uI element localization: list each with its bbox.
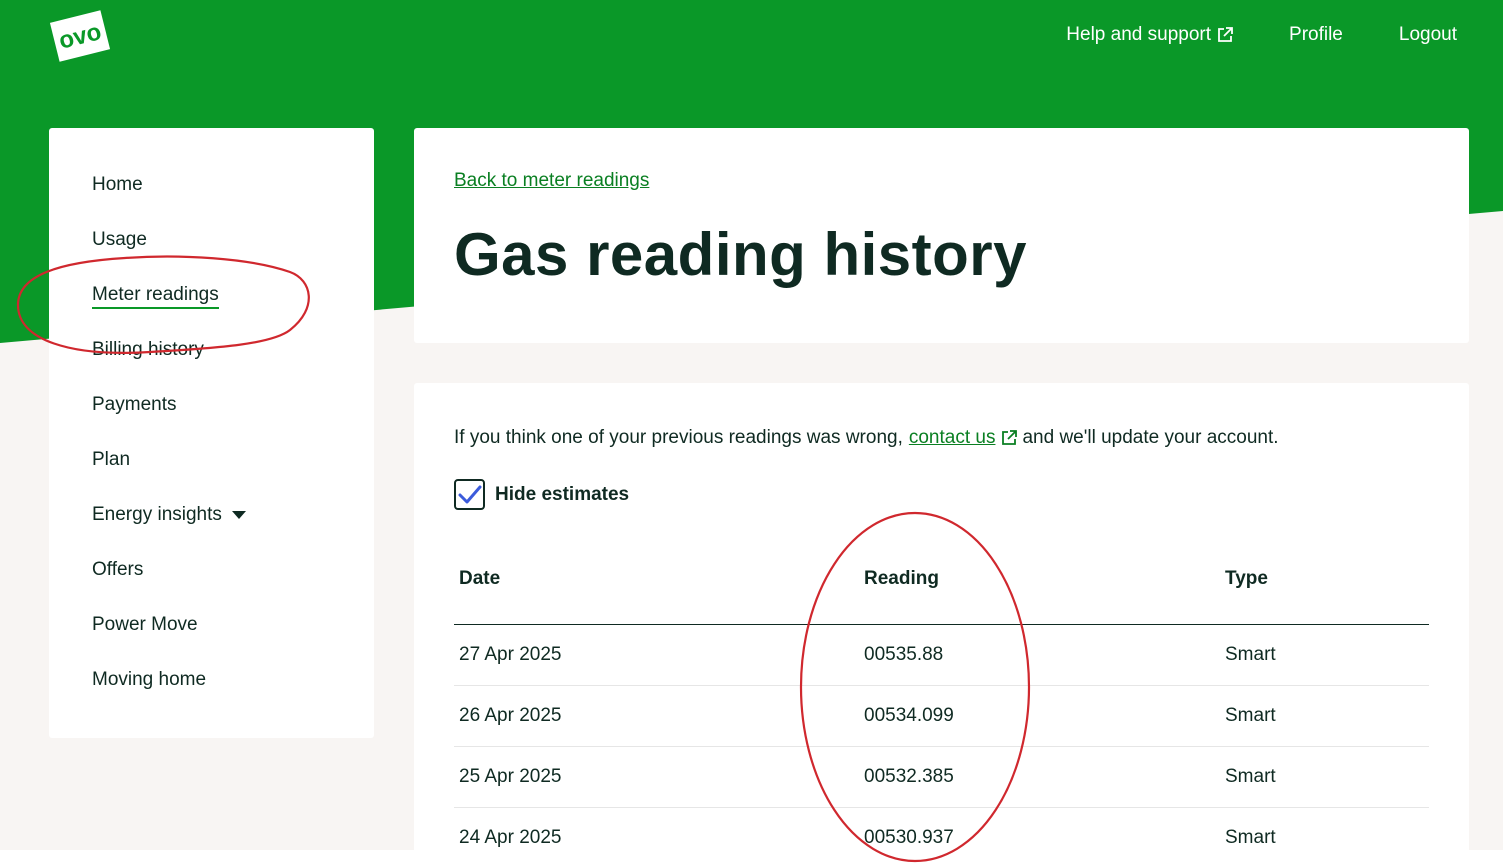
cell-reading: 00532.385 bbox=[859, 746, 1220, 808]
sidebar-item-label: Payments bbox=[92, 394, 177, 415]
hide-estimates-row: Hide estimates bbox=[454, 479, 1429, 510]
hide-estimates-label[interactable]: Hide estimates bbox=[495, 484, 629, 506]
title-card: Back to meter readings Gas reading histo… bbox=[414, 128, 1469, 343]
sidebar-item-meter-readings[interactable]: Meter readings bbox=[92, 280, 374, 335]
profile-link[interactable]: Profile bbox=[1289, 24, 1343, 46]
cell-date: 26 Apr 2025 bbox=[454, 685, 859, 747]
help-and-support-label: Help and support bbox=[1066, 24, 1212, 45]
cell-date: 25 Apr 2025 bbox=[454, 746, 859, 808]
hide-estimates-checkbox[interactable] bbox=[454, 479, 485, 510]
checkmark-icon bbox=[458, 485, 481, 503]
sidebar-item-label: Plan bbox=[92, 449, 131, 470]
sidebar-item-label: Energy insights bbox=[92, 504, 222, 525]
sidebar-item-usage[interactable]: Usage bbox=[92, 225, 374, 280]
cell-type: Smart bbox=[1220, 685, 1429, 747]
cell-reading: 00535.88 bbox=[859, 624, 1220, 686]
help-and-support-link[interactable]: Help and support bbox=[1066, 24, 1233, 46]
sidebar-item-label: Moving home bbox=[92, 669, 207, 690]
sidebar-item-label: Offers bbox=[92, 559, 144, 580]
table-row: 26 Apr 2025 00534.099 Smart bbox=[454, 685, 1429, 747]
sidebar: Home Usage Meter readings Billing histor… bbox=[49, 128, 374, 738]
sidebar-item-energy-insights[interactable]: Energy insights bbox=[92, 500, 374, 555]
back-to-meter-readings-link[interactable]: Back to meter readings bbox=[454, 170, 649, 192]
sidebar-item-label: Meter readings bbox=[92, 284, 219, 309]
cell-type: Smart bbox=[1220, 624, 1429, 686]
sidebar-item-label: Billing history bbox=[92, 339, 204, 360]
column-header-reading: Reading bbox=[859, 566, 1220, 625]
sidebar-item-home[interactable]: Home bbox=[92, 170, 374, 225]
sidebar-item-billing-history[interactable]: Billing history bbox=[92, 335, 374, 390]
caret-down-icon bbox=[231, 510, 246, 519]
sidebar-item-moving-home[interactable]: Moving home bbox=[92, 665, 374, 720]
table-header-row: Date Reading Type bbox=[454, 566, 1429, 625]
external-link-icon bbox=[1218, 27, 1233, 42]
column-header-type: Type bbox=[1220, 566, 1429, 625]
profile-label: Profile bbox=[1289, 24, 1343, 45]
cell-reading: 00534.099 bbox=[859, 685, 1220, 747]
sidebar-item-label: Power Move bbox=[92, 614, 198, 635]
page-title: Gas reading history bbox=[454, 221, 1027, 288]
logout-link[interactable]: Logout bbox=[1399, 24, 1457, 46]
info-text-before: If you think one of your previous readin… bbox=[454, 427, 903, 448]
sidebar-item-plan[interactable]: Plan bbox=[92, 445, 374, 500]
cell-type: Smart bbox=[1220, 746, 1429, 808]
top-navigation: Help and support Profile Logout bbox=[1066, 24, 1457, 46]
info-text-after: and we'll update your account. bbox=[1022, 427, 1279, 448]
readings-card: If you think one of your previous readin… bbox=[414, 383, 1469, 863]
correction-info: If you think one of your previous readin… bbox=[454, 427, 1429, 449]
sidebar-item-label: Usage bbox=[92, 229, 147, 250]
sidebar-item-power-move[interactable]: Power Move bbox=[92, 610, 374, 665]
sidebar-item-label: Home bbox=[92, 174, 143, 195]
readings-table: Date Reading Type 27 Apr 2025 00535.88 S… bbox=[454, 566, 1429, 863]
external-link-icon bbox=[1002, 430, 1018, 445]
table-row: 25 Apr 2025 00532.385 Smart bbox=[454, 746, 1429, 808]
logout-label: Logout bbox=[1398, 24, 1457, 45]
bottom-strip bbox=[0, 850, 1503, 863]
contact-us-link[interactable]: contact us bbox=[909, 427, 996, 449]
table-row: 27 Apr 2025 00535.88 Smart bbox=[454, 624, 1429, 686]
ovo-logo[interactable]: ovo bbox=[48, 6, 112, 66]
sidebar-item-offers[interactable]: Offers bbox=[92, 555, 374, 610]
sidebar-item-payments[interactable]: Payments bbox=[92, 390, 374, 445]
cell-date: 27 Apr 2025 bbox=[454, 624, 859, 686]
column-header-date: Date bbox=[454, 566, 859, 625]
